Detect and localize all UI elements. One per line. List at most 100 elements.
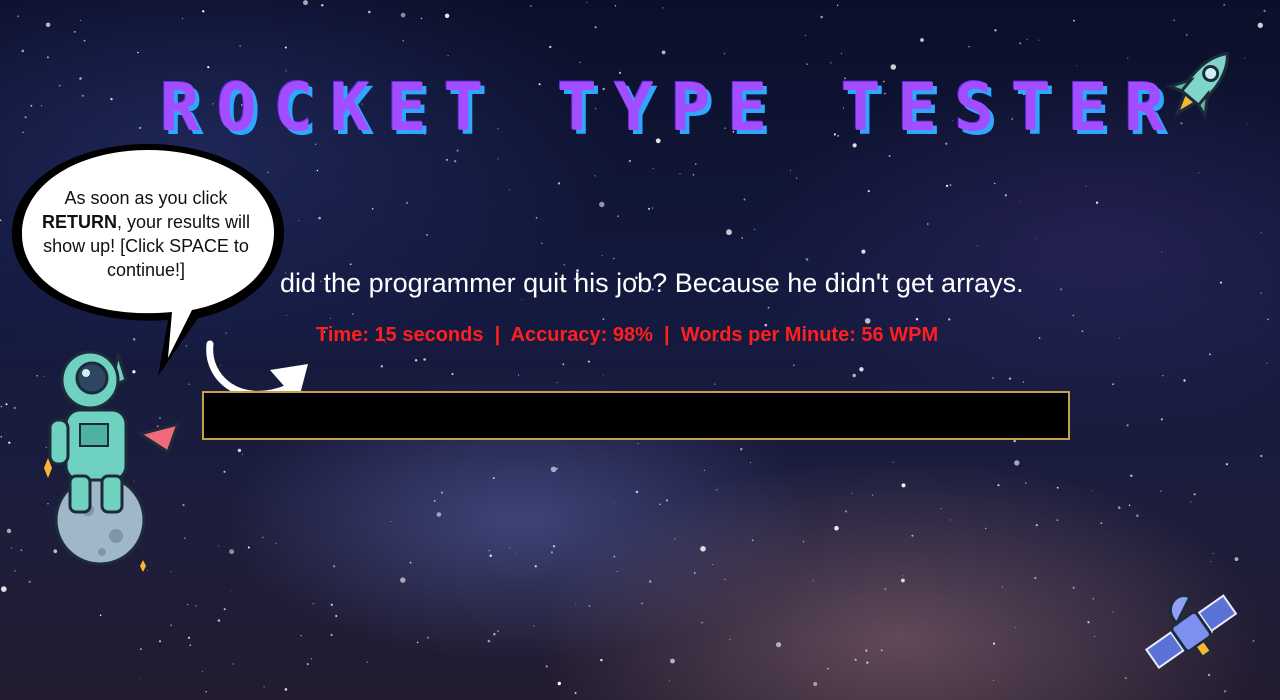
- star: [563, 264, 565, 266]
- star: [13, 406, 16, 410]
- star: [1252, 640, 1255, 642]
- star: [1127, 57, 1129, 59]
- star: [834, 525, 839, 531]
- star: [701, 622, 703, 624]
- star: [188, 636, 190, 639]
- star: [613, 257, 615, 260]
- star: [1072, 314, 1074, 317]
- star: [487, 639, 491, 643]
- star: [59, 85, 61, 87]
- star: [804, 34, 806, 36]
- star: [867, 190, 870, 193]
- star: [859, 367, 864, 372]
- star: [447, 55, 449, 57]
- star: [80, 19, 82, 21]
- star: [741, 237, 744, 239]
- star: [1085, 185, 1087, 187]
- star: [275, 542, 277, 544]
- star: [579, 61, 581, 63]
- star: [492, 477, 495, 480]
- star: [1136, 514, 1139, 517]
- star: [1160, 490, 1162, 492]
- star: [5, 403, 8, 406]
- star: [445, 158, 448, 161]
- star: [1223, 4, 1226, 6]
- star: [662, 7, 664, 9]
- star: [813, 682, 818, 686]
- typing-input[interactable]: [202, 391, 1070, 440]
- star: [599, 201, 605, 208]
- star: [901, 578, 905, 583]
- star: [427, 636, 430, 639]
- star: [380, 365, 383, 368]
- star: [0, 436, 2, 438]
- star: [1112, 611, 1114, 613]
- star: [217, 619, 221, 622]
- star: [284, 46, 287, 49]
- star: [21, 49, 25, 53]
- star: [574, 692, 577, 694]
- star: [426, 234, 428, 236]
- star: [659, 503, 661, 505]
- star: [73, 31, 76, 33]
- star: [306, 663, 309, 666]
- star: [864, 318, 871, 324]
- star: [24, 116, 27, 119]
- star: [1173, 19, 1175, 21]
- star: [700, 546, 706, 552]
- star: [533, 625, 535, 627]
- star: [138, 678, 140, 679]
- star: [488, 550, 490, 552]
- star: [812, 580, 814, 582]
- star: [229, 549, 235, 555]
- star: [330, 633, 333, 637]
- star: [368, 10, 371, 14]
- star: [1128, 504, 1131, 506]
- star: [911, 534, 914, 537]
- star: [649, 580, 652, 583]
- star: [436, 512, 442, 517]
- star: [300, 635, 302, 637]
- star: [1035, 238, 1036, 239]
- star: [1118, 337, 1120, 339]
- star: [1260, 292, 1262, 294]
- typing-prompt: did the programmer quit his job? Because…: [280, 268, 1024, 298]
- hint-text: As soon as you click RETURN, your result…: [41, 188, 251, 280]
- star: [1093, 635, 1095, 637]
- star: [723, 52, 726, 55]
- star: [556, 467, 558, 470]
- star: [202, 10, 205, 13]
- star: [316, 169, 319, 172]
- star: [641, 602, 643, 605]
- star: [601, 255, 603, 257]
- star: [1056, 519, 1059, 522]
- star: [10, 547, 12, 549]
- page-title: Rocket Type Tester: [160, 69, 1182, 146]
- star: [1013, 439, 1016, 443]
- rocket-icon: [1165, 51, 1229, 121]
- star: [827, 667, 829, 670]
- star: [406, 202, 408, 204]
- star: [371, 208, 374, 210]
- star: [41, 105, 43, 107]
- star: [0, 405, 3, 408]
- star: [820, 15, 823, 19]
- star: [237, 448, 242, 453]
- star: [402, 40, 404, 42]
- star: [332, 565, 336, 568]
- star: [1234, 557, 1239, 561]
- star: [170, 624, 172, 626]
- star: [262, 536, 264, 539]
- star: [840, 53, 843, 55]
- star: [1186, 34, 1188, 36]
- star: [1035, 524, 1038, 527]
- star: [1260, 454, 1263, 458]
- star: [1022, 381, 1024, 383]
- star: [263, 686, 265, 688]
- star: [416, 641, 419, 644]
- star: [614, 5, 617, 7]
- star: [661, 50, 666, 55]
- star: [217, 545, 219, 547]
- star: [613, 502, 615, 504]
- star: [994, 29, 997, 32]
